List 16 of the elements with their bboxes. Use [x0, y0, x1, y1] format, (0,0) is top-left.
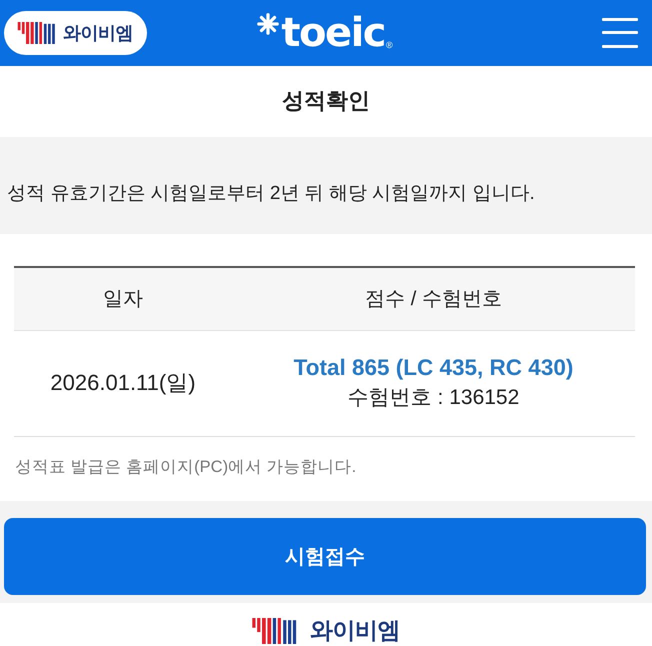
column-header: 점수 / 수험번호	[365, 287, 502, 312]
footer-brand: 와이비엠	[310, 617, 400, 646]
menu-icon[interactable]	[602, 18, 638, 48]
asterisk-icon	[257, 12, 280, 35]
stripe-logo-icon	[17, 22, 57, 44]
exam-register-button[interactable]: 시험접수	[4, 518, 646, 594]
validity-notice: 성적 유효기간은 시험일로부터 2년 뒤 해당 시험일까지 입니다.	[7, 182, 535, 206]
column-header: 일자	[103, 287, 143, 312]
exam-number: 수험번호 : 136152	[348, 385, 520, 412]
toeic-logo-link[interactable]: toeic®	[257, 6, 393, 59]
brand-logo-link[interactable]: 와이비엠	[4, 10, 147, 55]
exam-date: 2026.01.11(일)	[50, 369, 196, 398]
total-score: Total 865 (LC 435, RC 430)	[294, 354, 574, 382]
stripe-logo-icon	[252, 618, 298, 644]
page-title: 성적확인	[282, 87, 370, 116]
report-note: 성적표 발급은 홈페이지(PC)에서 가능합니다.	[15, 456, 356, 478]
